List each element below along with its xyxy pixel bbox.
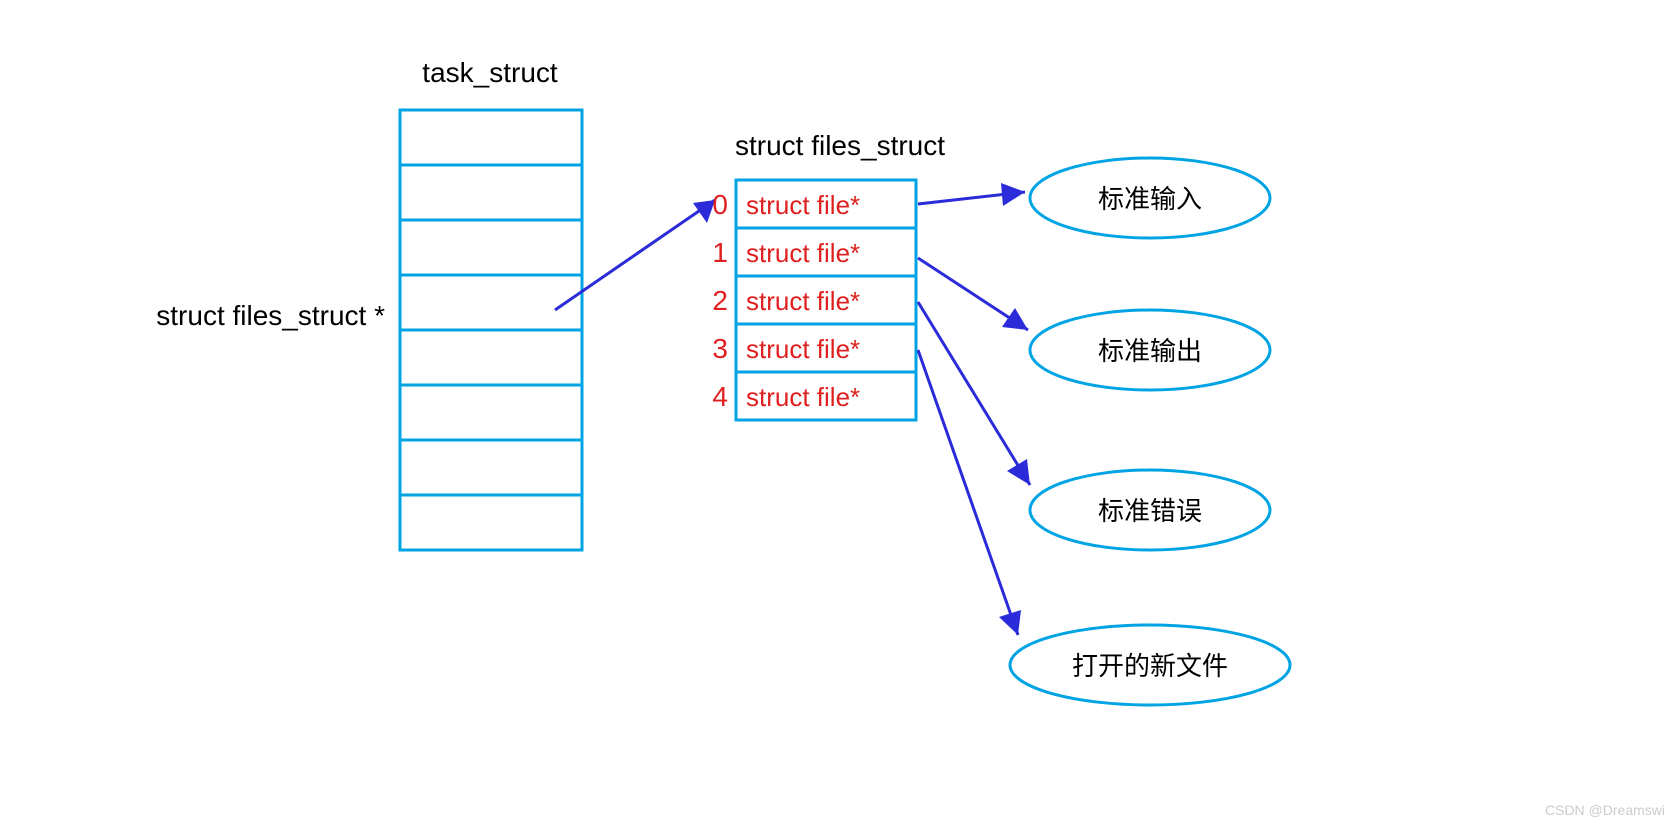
svg-text:标准输出: 标准输出	[1098, 336, 1202, 366]
arrow-fd0-stdin	[918, 183, 1025, 206]
files-struct-title: struct files_struct	[735, 130, 945, 161]
fd-content-2: struct file*	[746, 286, 860, 316]
target-stdin: 标准输入	[1030, 158, 1270, 238]
task-struct-title: task_struct	[422, 57, 558, 88]
target-stdout: 标准输出	[1030, 310, 1270, 390]
arrow-fd1-stdout	[918, 258, 1028, 330]
fd-index-0: 0	[712, 189, 728, 220]
fd-content-1: struct file*	[746, 238, 860, 268]
fd-content-3: struct file*	[746, 334, 860, 364]
fd-content-0: struct file*	[746, 190, 860, 220]
fd-index-1: 1	[712, 237, 728, 268]
task-struct-box	[400, 110, 582, 550]
arrow-task-to-files	[555, 200, 715, 310]
arrow-fd3-newfile	[918, 350, 1021, 635]
svg-text:打开的新文件: 打开的新文件	[1072, 651, 1228, 681]
fd-index-2: 2	[712, 285, 728, 316]
fd-content-4: struct file*	[746, 382, 860, 412]
diagram-canvas: task_struct struct files_struct * struct…	[0, 0, 1676, 827]
fd-index-4: 4	[712, 381, 728, 412]
target-newfile: 打开的新文件	[1010, 625, 1290, 705]
watermark: CSDN @Dreamswi	[1545, 802, 1665, 818]
svg-text:标准错误: 标准错误	[1098, 496, 1202, 526]
files-struct-pointer-label: struct files_struct *	[156, 300, 385, 331]
target-stderr: 标准错误	[1030, 470, 1270, 550]
svg-text:标准输入: 标准输入	[1098, 184, 1202, 214]
fd-index-3: 3	[712, 333, 728, 364]
